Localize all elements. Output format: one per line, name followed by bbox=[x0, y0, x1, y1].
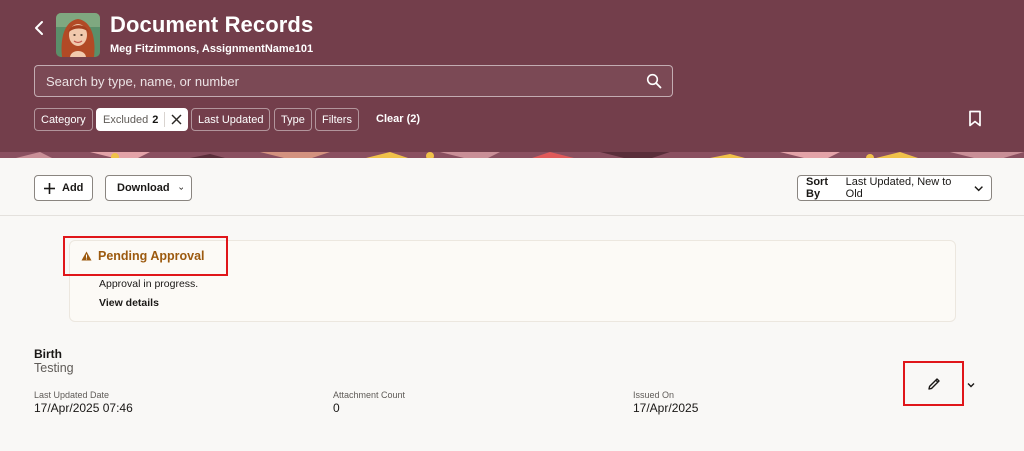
page-subtitle: Meg Fitzimmons, AssignmentName101 bbox=[110, 43, 314, 55]
filter-chip-filters[interactable]: Filters bbox=[315, 108, 359, 131]
clear-filters-link[interactable]: Clear (2) bbox=[376, 113, 420, 125]
download-button[interactable]: Download bbox=[105, 175, 192, 201]
add-button-label: Add bbox=[62, 182, 84, 194]
filter-chip-excluded[interactable]: Excluded 2 bbox=[96, 108, 189, 131]
back-button[interactable] bbox=[30, 17, 48, 39]
last-updated-date-label: Last Updated Date bbox=[34, 390, 110, 400]
record-title[interactable]: Birth bbox=[34, 347, 62, 361]
toolbar: Add Download Sort By Last Updated, New t… bbox=[0, 159, 1024, 216]
filter-chip-category[interactable]: Category bbox=[34, 108, 93, 131]
pending-approval-header: Pending Approval bbox=[63, 236, 228, 276]
filter-chip-label: Excluded bbox=[103, 113, 149, 126]
search-icon[interactable] bbox=[646, 73, 662, 89]
search-box[interactable] bbox=[34, 65, 673, 97]
page-header: Document Records Meg Fitzimmons, Assignm… bbox=[0, 0, 1024, 158]
search-input[interactable] bbox=[35, 66, 635, 96]
view-details-link[interactable]: View details bbox=[99, 297, 159, 309]
warning-icon bbox=[81, 251, 92, 261]
download-button-label: Download bbox=[117, 182, 170, 194]
sort-by-button[interactable]: Sort By Last Updated, New to Old bbox=[797, 175, 992, 201]
avatar bbox=[56, 13, 100, 57]
pending-approval-message: Approval in progress. bbox=[99, 278, 199, 290]
plus-icon bbox=[44, 182, 55, 194]
last-updated-date-value: 17/Apr/2025 07:46 bbox=[34, 401, 133, 415]
chevron-left-icon bbox=[35, 21, 43, 35]
attachment-count-value: 0 bbox=[333, 401, 340, 415]
pending-approval-title: Pending Approval bbox=[98, 249, 205, 263]
sort-by-label: Sort By bbox=[806, 176, 828, 200]
filter-chip-label: Filters bbox=[322, 113, 352, 126]
filter-chip-count: 2 bbox=[152, 113, 159, 126]
chevron-down-icon[interactable] bbox=[966, 380, 976, 390]
record-subtitle: Testing bbox=[34, 361, 74, 375]
close-icon[interactable] bbox=[165, 109, 187, 130]
chevron-down-icon bbox=[178, 186, 183, 190]
attachment-count-label: Attachment Count bbox=[333, 390, 406, 400]
decorative-pattern bbox=[0, 149, 1024, 158]
chevron-down-icon bbox=[974, 185, 983, 191]
issued-on-value: 17/Apr/2025 bbox=[633, 401, 699, 415]
filter-chip-last-updated[interactable]: Last Updated bbox=[191, 108, 271, 131]
filter-chip-label: Last Updated bbox=[198, 113, 264, 126]
issued-on-label: Issued On bbox=[633, 390, 675, 400]
filter-chip-label: Type bbox=[281, 113, 305, 126]
pencil-icon bbox=[927, 377, 940, 390]
page-title: Document Records bbox=[110, 12, 314, 37]
bookmark-icon[interactable] bbox=[968, 110, 982, 127]
filter-chip-label: Category bbox=[41, 113, 86, 126]
add-button[interactable]: Add bbox=[34, 175, 93, 201]
edit-button[interactable] bbox=[903, 361, 964, 406]
filter-chip-type[interactable]: Type bbox=[274, 108, 312, 131]
sort-by-value: Last Updated, New to Old bbox=[845, 176, 952, 200]
